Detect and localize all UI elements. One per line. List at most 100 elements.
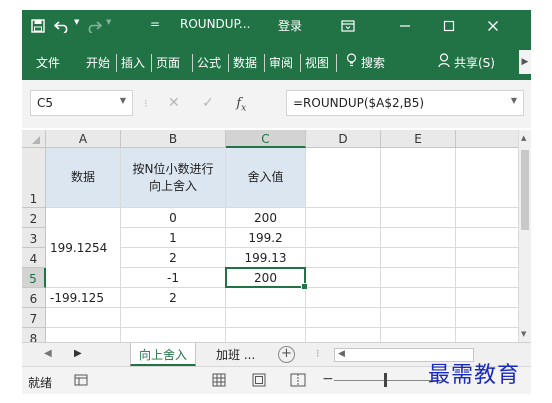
scroll-up-icon[interactable]: ▲ <box>521 134 526 142</box>
zoom-out-icon[interactable]: − <box>322 371 334 387</box>
watermark-logo: 最需教育 <box>428 363 521 388</box>
tab-file[interactable]: 文件 <box>36 54 60 71</box>
cell-c5-active[interactable]: 200 <box>225 267 308 290</box>
prev-sheet-icon[interactable]: ◀ <box>44 348 52 359</box>
next-sheet-icon[interactable]: ▶ <box>74 348 82 359</box>
cell-a6[interactable]: -199.125 <box>46 288 121 308</box>
tab-split-grip-icon[interactable]: ⁝ <box>316 347 320 360</box>
tab-separator <box>192 54 193 72</box>
cell-b2[interactable]: 0 <box>121 208 226 228</box>
maximize-icon[interactable] <box>436 14 462 38</box>
redo-icon[interactable] <box>84 16 104 36</box>
cell-e8[interactable] <box>381 328 456 342</box>
cell-d8[interactable] <box>306 328 381 342</box>
cell-d1[interactable] <box>306 148 381 208</box>
cancel-formula-icon[interactable]: ✕ <box>168 95 180 111</box>
cell-a1[interactable]: 数据 <box>46 148 121 208</box>
cell-b6[interactable]: 2 <box>121 288 226 308</box>
scroll-down-icon[interactable]: ▼ <box>521 330 526 338</box>
cell-b3[interactable]: 1 <box>121 228 226 248</box>
cell-e2[interactable] <box>381 208 456 228</box>
cell-b1[interactable]: 按N位小数进行向上舍入 <box>121 148 226 208</box>
sheet-tab-roundup[interactable]: 向上舍入 <box>130 343 197 366</box>
cell-a7[interactable] <box>46 308 121 328</box>
cell-b5[interactable]: -1 <box>121 268 226 288</box>
cell-c3[interactable]: 199.2 <box>226 228 306 248</box>
cell-b4[interactable]: 2 <box>121 248 226 268</box>
cell-e6[interactable] <box>381 288 456 308</box>
cell-a2-merged[interactable]: 199.1254 <box>46 208 121 288</box>
row-header-1[interactable]: 1 <box>22 148 46 208</box>
zoom-slider-thumb[interactable] <box>384 373 387 387</box>
insert-function-icon[interactable]: fx <box>236 96 246 114</box>
cell-a8[interactable] <box>46 328 121 342</box>
worksheet-grid[interactable]: A B C D E 1 2 3 4 5 6 7 8 数据 按N位小数进行向上舍入… <box>22 130 531 342</box>
select-all-button[interactable] <box>22 130 46 148</box>
cell-c2[interactable]: 200 <box>226 208 306 228</box>
row-header-3[interactable]: 3 <box>22 228 46 248</box>
tab-data[interactable]: 数据 <box>233 54 257 71</box>
cell-d7[interactable] <box>306 308 381 328</box>
column-header-c[interactable]: C <box>226 130 306 148</box>
row-header-4[interactable]: 4 <box>22 248 46 268</box>
save-icon[interactable] <box>28 16 48 36</box>
column-header-d[interactable]: D <box>306 130 381 148</box>
add-sheet-icon[interactable]: + <box>278 346 295 363</box>
cell-c7[interactable] <box>226 308 306 328</box>
vertical-scrollbar[interactable]: ▲ ▼ <box>518 130 531 342</box>
expand-formula-bar-icon[interactable]: ▼ <box>511 96 517 105</box>
cell-d3[interactable] <box>306 228 381 248</box>
cell-d2[interactable] <box>306 208 381 228</box>
login-link[interactable]: 登录 <box>278 17 302 34</box>
customize-quick-access-icon[interactable]: = <box>150 17 160 31</box>
page-layout-view-icon[interactable] <box>252 373 266 390</box>
cell-c4[interactable]: 199.13 <box>226 248 306 268</box>
name-box[interactable]: C5 ▼ <box>30 90 133 116</box>
cell-d5[interactable] <box>306 268 381 288</box>
redo-dropdown-icon[interactable]: ▼ <box>106 18 111 26</box>
cell-e3[interactable] <box>381 228 456 248</box>
name-box-dropdown-icon[interactable]: ▼ <box>120 96 126 105</box>
cell-d6[interactable] <box>306 288 381 308</box>
cell-b7[interactable] <box>121 308 226 328</box>
share-button[interactable]: 共享(S) <box>454 54 495 71</box>
ribbon-display-options-icon[interactable] <box>335 14 361 38</box>
column-header-b[interactable]: B <box>121 130 226 148</box>
cell-e4[interactable] <box>381 248 456 268</box>
cell-e7[interactable] <box>381 308 456 328</box>
vertical-scroll-thumb[interactable] <box>521 150 529 230</box>
minimize-icon[interactable] <box>392 14 418 38</box>
tab-formulas[interactable]: 公式 <box>197 54 221 71</box>
sheet-tab-overtime[interactable]: 加班 ... <box>208 343 263 366</box>
undo-icon[interactable] <box>52 16 72 36</box>
cell-c8[interactable] <box>226 328 306 342</box>
tab-insert[interactable]: 插入 <box>121 54 145 71</box>
row-header-7[interactable]: 7 <box>22 308 46 328</box>
cell-c1[interactable]: 舍入值 <box>226 148 306 208</box>
row-header-6[interactable]: 6 <box>22 288 46 308</box>
cell-d4[interactable] <box>306 248 381 268</box>
close-icon[interactable] <box>480 14 506 38</box>
tab-view[interactable]: 视图 <box>305 54 329 71</box>
ribbon-scroll-right-icon[interactable]: ▶ <box>519 50 531 74</box>
tab-review[interactable]: 审阅 <box>269 54 293 71</box>
tab-home[interactable]: 开始 <box>86 54 110 71</box>
column-header-e[interactable]: E <box>381 130 456 148</box>
column-header-a[interactable]: A <box>46 130 121 148</box>
row-header-2[interactable]: 2 <box>22 208 46 228</box>
enter-formula-icon[interactable]: ✓ <box>202 95 214 111</box>
normal-view-icon[interactable] <box>212 373 226 390</box>
scroll-left-icon[interactable]: ◀ <box>338 349 345 359</box>
tab-page-layout[interactable]: 页面 <box>156 54 188 71</box>
undo-dropdown-icon[interactable]: ▼ <box>74 18 79 26</box>
page-break-view-icon[interactable] <box>290 373 306 390</box>
row-header-8[interactable]: 8 <box>22 328 46 342</box>
formula-input[interactable]: =ROUNDUP($A$2,B5) ▼ <box>286 90 524 116</box>
macro-record-icon[interactable] <box>74 373 88 390</box>
row-header-5[interactable]: 5 <box>22 268 46 288</box>
cell-e1[interactable] <box>381 148 456 208</box>
cell-c6[interactable] <box>226 288 306 308</box>
cell-b8[interactable] <box>121 328 226 342</box>
cell-e5[interactable] <box>381 268 456 288</box>
tell-me-search[interactable]: 搜索 <box>361 54 385 71</box>
